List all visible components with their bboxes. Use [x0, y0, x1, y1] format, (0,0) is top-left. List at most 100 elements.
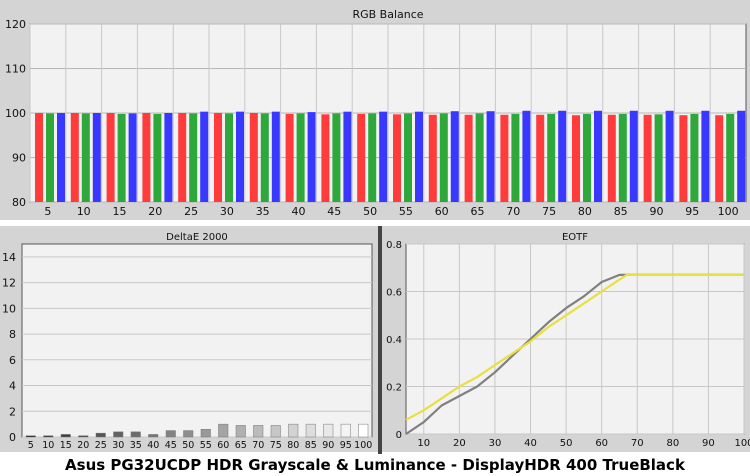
deltae-bar: [323, 423, 334, 438]
x-tick-label: 90: [650, 205, 664, 218]
deltae-panel: DeltaE 2000 0 2 4 6 8 10 12 14 5 10 15 20 25 30 35 40 45 5…: [0, 226, 378, 452]
x-tick-label: 70: [252, 440, 264, 451]
bar-red: [321, 114, 330, 202]
bar-red: [500, 114, 509, 202]
x-tick-label: 100: [354, 440, 372, 451]
bar-red: [178, 113, 187, 202]
x-tick-label: 35: [256, 205, 270, 218]
bar-green: [225, 113, 233, 202]
bar-green: [46, 113, 54, 202]
bar-blue: [629, 110, 638, 202]
bar-blue: [271, 111, 280, 202]
bar-blue: [379, 111, 388, 202]
y-tick-label: 110: [5, 63, 26, 76]
bar-red: [357, 113, 366, 202]
x-tick-label: 60: [435, 205, 449, 218]
x-tick-label: 40: [147, 440, 159, 451]
bar-red: [70, 113, 79, 202]
x-tick-label: 95: [685, 205, 699, 218]
deltae-bar: [78, 435, 89, 438]
x-tick-label: 45: [327, 205, 341, 218]
plot-area: [21, 243, 373, 438]
bar-red: [428, 114, 437, 202]
x-tick-label: 30: [112, 440, 124, 451]
x-tick-label: 70: [631, 438, 644, 449]
bar-green: [583, 113, 591, 202]
x-tick-label: 65: [471, 205, 485, 218]
y-tick-label: 0.4: [386, 335, 402, 346]
bar-green: [296, 113, 305, 202]
deltae-bar: [60, 434, 71, 438]
bar-red: [464, 114, 473, 202]
deltae-bar: [95, 432, 106, 438]
bar-blue: [522, 110, 531, 202]
x-tick-label: 45: [165, 440, 177, 451]
deltae-bar: [165, 430, 176, 438]
chart-title: EOTF: [562, 232, 588, 243]
deltae-bar: [305, 423, 316, 438]
bar-green: [117, 113, 126, 202]
x-tick-label: 35: [130, 440, 142, 451]
y-tick-label: 4: [9, 380, 16, 393]
deltae-bar: [183, 430, 194, 438]
bar-green: [547, 113, 556, 202]
deltae-bar: [340, 423, 351, 438]
y-tick-label: 14: [2, 251, 16, 264]
bar-blue: [57, 113, 65, 202]
deltae-bar: [270, 425, 281, 438]
x-tick-label: 95: [340, 440, 352, 451]
bar-green: [654, 114, 663, 202]
x-tick-label: 70: [506, 205, 520, 218]
x-tick-label: 30: [220, 205, 234, 218]
x-tick-label: 55: [399, 205, 413, 218]
x-tick-label: 50: [363, 205, 377, 218]
y-tick-label: 0: [9, 431, 16, 444]
bar-green: [404, 113, 412, 202]
x-tick-label: 50: [560, 438, 573, 449]
bar-red: [249, 113, 258, 202]
x-tick-label: 15: [113, 205, 127, 218]
bar-green: [189, 113, 198, 202]
bar-green: [475, 113, 484, 202]
deltae-chart: DeltaE 2000 0 2 4 6 8 10 12 14 5 10 15 20 25 30 35 40 45 5…: [2, 232, 373, 451]
bar-blue: [701, 110, 710, 202]
x-tick-label: 10: [77, 205, 91, 218]
rgb-balance-chart: RGB Balance 80 90 100 110 120 5 10 15 20 25 30 35 40 4…: [5, 8, 747, 218]
bar-blue: [665, 110, 674, 202]
y-tick-label: 0.2: [386, 383, 402, 394]
y-tick-label: 0.6: [386, 288, 402, 299]
x-tick-label: 25: [184, 205, 198, 218]
bar-blue: [236, 111, 244, 202]
x-tick-label: 100: [718, 205, 739, 218]
bar-blue: [200, 111, 209, 202]
x-tick-label: 40: [524, 438, 537, 449]
deltae-bar: [43, 435, 54, 438]
bar-red: [607, 114, 616, 202]
y-tick-label: 12: [2, 277, 16, 290]
bar-red: [285, 113, 294, 202]
y-tick-label: 80: [12, 196, 26, 209]
x-tick-label: 10: [417, 438, 430, 449]
bar-blue: [307, 112, 316, 202]
bar-blue: [415, 111, 423, 202]
x-tick-label: 20: [77, 440, 89, 451]
deltae-bar: [253, 425, 264, 438]
bar-red: [643, 114, 652, 202]
bar-blue: [343, 111, 352, 202]
x-tick-label: 30: [489, 438, 502, 449]
y-tick-label: 0: [396, 430, 402, 441]
x-tick-label: 85: [614, 205, 628, 218]
bar-red: [214, 113, 222, 202]
x-tick-label: 5: [28, 440, 34, 451]
bar-red: [142, 113, 151, 202]
y-tick-label: 10: [2, 302, 16, 315]
x-tick-label: 60: [595, 438, 608, 449]
bar-red: [393, 114, 401, 202]
bar-green: [260, 113, 269, 202]
bar-green: [153, 113, 162, 202]
bar-green: [81, 113, 90, 202]
chart-title: DeltaE 2000: [166, 232, 228, 243]
bar-green: [511, 113, 520, 202]
x-tick-label: 75: [270, 440, 282, 451]
deltae-bar: [113, 431, 124, 438]
